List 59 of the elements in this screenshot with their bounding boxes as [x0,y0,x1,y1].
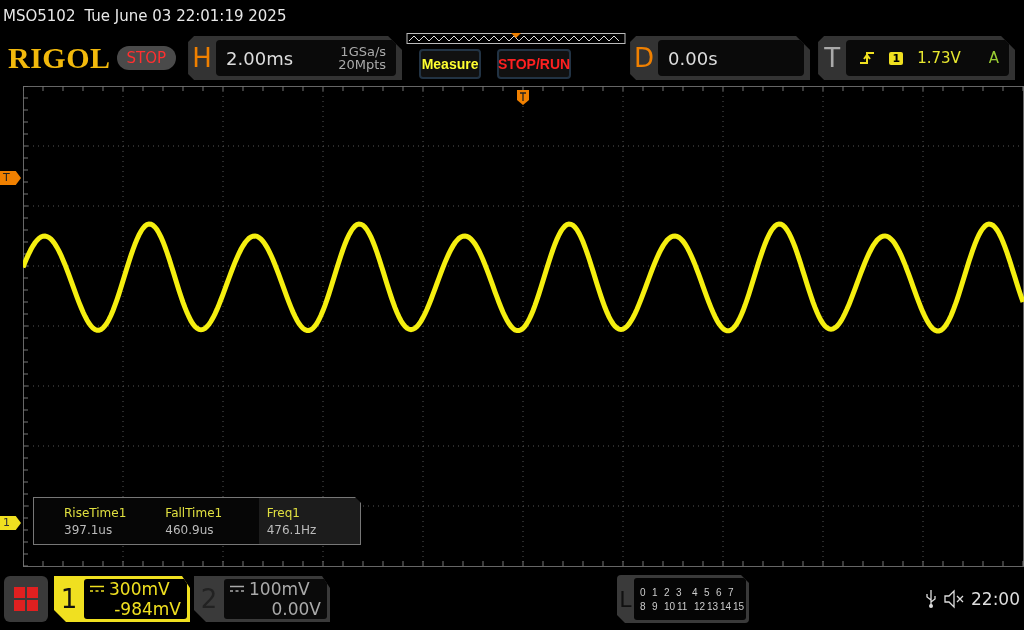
measurement-value: 460.9us [165,522,215,537]
rising-edge-icon [859,51,876,65]
speaker-muted-icon [943,589,965,609]
logic-channel-number: 7 [728,586,735,598]
logic-channel-number: 2 [664,586,671,598]
logic-channel-number: 8 [640,600,647,612]
sample-rate: 1GSa/s [339,45,387,58]
logic-channel-number: 3 [676,586,683,598]
run-state-badge: STOP [116,46,177,70]
logo: RIGOL [8,41,111,75]
measurement-value: 397.1us [64,522,114,537]
logic-channel-number: 6 [716,586,723,598]
horizontal-panel[interactable]: H 2.00ms 1GSa/s 20Mpts [188,36,403,80]
stop-run-button[interactable]: STOP/RUN [497,49,572,79]
logic-channel-number: 9 [652,600,659,612]
model-name: MSO5102 [3,7,76,25]
logic-channel-number: 0 [640,586,647,598]
measure-button[interactable]: Measure [419,49,482,79]
channel-scale: 300mV [109,579,170,599]
date-time: Tue June 03 22:01:19 2025 [84,7,287,25]
measurement-name: RiseTime1 [64,505,128,520]
memory-overview-icon [405,33,628,45]
logic-channel-number: 12 [694,600,707,612]
channel-offset: 0.00V [270,599,321,619]
delay-panel[interactable]: D 0.00s [630,36,811,80]
usb-icon [925,589,937,609]
memory-depth: 20Mpts [338,58,387,71]
trigger-panel[interactable]: T 1 1.73V A [818,36,1016,80]
trigger-level: 1.73V [917,49,961,67]
logic-channel-number: 14 [720,600,733,612]
logic-channel-number: 11 [677,600,689,612]
dc-coupling-icon [230,585,244,593]
trigger-label: T [823,43,842,73]
logic-channel-number: 5 [704,586,711,598]
logic-channel-number: 4 [692,586,699,598]
logic-channel-number: 15 [733,600,746,612]
logic-channel-number: 10 [664,600,677,612]
measurement-name: Freq1 [266,505,301,520]
channel-scale: 100mV [249,579,310,599]
grid-icon [13,586,39,612]
trigger-position-icon [517,90,529,105]
dc-coupling-icon [90,585,104,593]
channel-number: 1 [59,584,79,614]
logic-channel-number: 13 [707,600,720,612]
delay-value: 0.00s [668,47,718,69]
clock-time: 22:00 [971,589,1020,609]
channel-panel[interactable]: 1 300mV -984mV [54,576,190,622]
menu-button[interactable] [4,576,48,622]
trigger-source: 1 [889,51,904,65]
trigger-mode: A [988,49,1000,67]
horizontal-label: H [191,43,213,73]
timebase-value: 2.00ms [226,47,294,69]
delay-label: D [633,43,656,73]
measurement-name: FallTime1 [165,505,224,520]
logic-channel-number: 1 [652,586,659,598]
trigger-level-marker[interactable]: T [0,171,21,185]
channel-marker[interactable]: 1 [0,516,21,530]
channel-offset: -984mV [113,599,181,619]
measurement-value: 476.1Hz [266,522,318,537]
